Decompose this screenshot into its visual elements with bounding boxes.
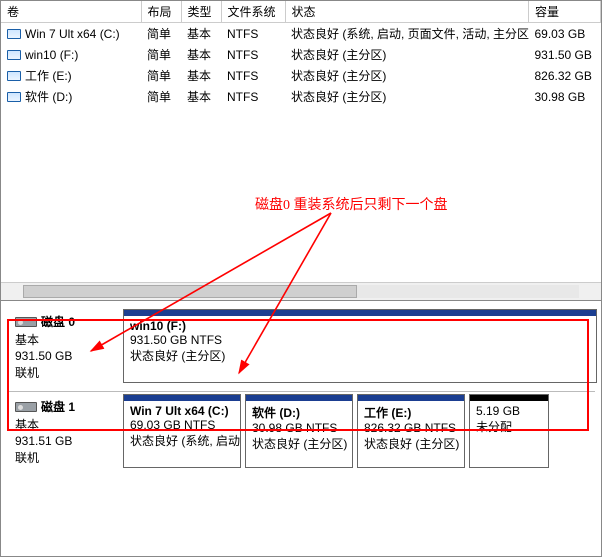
partition-container: Win 7 Ult x64 (C:)69.03 GB NTFS状态良好 (系统,…	[123, 394, 597, 468]
volume-layout: 简单	[141, 23, 181, 45]
volume-type: 基本	[181, 65, 221, 86]
partition[interactable]: Win 7 Ult x64 (C:)69.03 GB NTFS状态良好 (系统,…	[123, 394, 241, 468]
table-row[interactable]: Win 7 Ult x64 (C:) 简单基本NTFS状态良好 (系统, 启动, …	[1, 23, 601, 45]
volume-list-pane: 卷 布局 类型 文件系统 状态 容量 Win 7 Ult x64 (C:)简单基…	[1, 1, 601, 301]
volume-status: 状态良好 (主分区)	[285, 65, 529, 86]
volume-name: 工作 (E:)	[25, 69, 72, 83]
col-layout[interactable]: 布局	[141, 1, 181, 23]
partition-title: win10 (F:)	[130, 319, 590, 333]
disk-state: 联机	[15, 364, 119, 381]
drive-icon	[7, 92, 21, 102]
volume-status: 状态良好 (主分区)	[285, 44, 529, 65]
volume-layout: 简单	[141, 65, 181, 86]
partition-status: 状态良好 (主分区)	[364, 435, 458, 452]
volume-header-row[interactable]: 卷 布局 类型 文件系统 状态 容量	[1, 1, 601, 23]
volume-name: win10 (F:)	[25, 48, 78, 62]
table-row[interactable]: win10 (F:) 简单基本NTFS状态良好 (主分区)931.50 GB	[1, 44, 601, 65]
partition-title: Win 7 Ult x64 (C:)	[130, 404, 234, 418]
col-capacity[interactable]: 容量	[529, 1, 601, 23]
volume-layout: 简单	[141, 86, 181, 107]
volume-capacity: 30.98 GB	[529, 86, 601, 107]
disk-size: 931.51 GB	[15, 434, 119, 448]
drive-icon	[7, 29, 21, 39]
volume-fs: NTFS	[221, 44, 285, 65]
disk-dyn: 基本	[15, 416, 119, 433]
partition[interactable]: win10 (F:)931.50 GB NTFS状态良好 (主分区)	[123, 309, 597, 383]
disk-icon	[15, 402, 37, 412]
partition-color-bar	[246, 395, 352, 401]
disk-row[interactable]: 磁盘 1基本931.51 GB联机Win 7 Ult x64 (C:)69.03…	[1, 392, 601, 476]
horizontal-scrollbar[interactable]	[1, 282, 601, 300]
volume-fs: NTFS	[221, 23, 285, 45]
disk-name: 磁盘 0	[41, 315, 75, 329]
partition-title: 软件 (D:)	[252, 404, 346, 421]
partition-status: 状态良好 (主分区)	[130, 347, 590, 364]
volume-capacity: 826.32 GB	[529, 65, 601, 86]
disk-dyn: 基本	[15, 331, 119, 348]
partition-color-bar	[358, 395, 464, 401]
volume-status: 状态良好 (系统, 启动, 页面文件, 活动, 主分区)	[285, 23, 529, 45]
volume-status: 状态良好 (主分区)	[285, 86, 529, 107]
partition-size: 5.19 GB	[476, 404, 542, 418]
table-row[interactable]: 软件 (D:) 简单基本NTFS状态良好 (主分区)30.98 GB	[1, 86, 601, 107]
disk-row[interactable]: 磁盘 0基本931.50 GB联机win10 (F:)931.50 GB NTF…	[1, 307, 601, 391]
volume-layout: 简单	[141, 44, 181, 65]
partition-color-bar	[124, 395, 240, 401]
volume-capacity: 69.03 GB	[529, 23, 601, 45]
volume-table[interactable]: 卷 布局 类型 文件系统 状态 容量 Win 7 Ult x64 (C:)简单基…	[1, 1, 601, 107]
col-status[interactable]: 状态	[285, 1, 529, 23]
volume-name: 软件 (D:)	[25, 90, 72, 104]
col-fs[interactable]: 文件系统	[221, 1, 285, 23]
disk-graphic-pane: 磁盘 0基本931.50 GB联机win10 (F:)931.50 GB NTF…	[1, 301, 601, 476]
drive-icon	[7, 50, 21, 60]
volume-type: 基本	[181, 23, 221, 45]
col-type[interactable]: 类型	[181, 1, 221, 23]
partition-color-bar	[124, 310, 596, 316]
partition-title: 工作 (E:)	[364, 404, 458, 421]
partition-container: win10 (F:)931.50 GB NTFS状态良好 (主分区)	[123, 309, 597, 383]
scrollbar-thumb[interactable]	[23, 285, 357, 298]
volume-name: Win 7 Ult x64 (C:)	[25, 27, 120, 41]
partition-status: 状态良好 (系统, 启动	[130, 432, 234, 449]
col-volume[interactable]: 卷	[1, 1, 141, 23]
disk-header[interactable]: 磁盘 1 基本931.51 GB联机	[5, 394, 123, 468]
partition[interactable]: 软件 (D:)30.98 GB NTFS状态良好 (主分区)	[245, 394, 353, 468]
volume-type: 基本	[181, 44, 221, 65]
partition[interactable]: 工作 (E:)826.32 GB NTFS状态良好 (主分区)	[357, 394, 465, 468]
disk-icon	[15, 317, 37, 327]
table-row[interactable]: 工作 (E:) 简单基本NTFS状态良好 (主分区)826.32 GB	[1, 65, 601, 86]
partition-size: 30.98 GB NTFS	[252, 421, 346, 435]
partition-unallocated[interactable]: 5.19 GB未分配	[469, 394, 549, 468]
partition-status: 状态良好 (主分区)	[252, 435, 346, 452]
partition-color-bar	[470, 395, 548, 401]
volume-capacity: 931.50 GB	[529, 44, 601, 65]
disk-header[interactable]: 磁盘 0 基本931.50 GB联机	[5, 309, 123, 383]
partition-size: 931.50 GB NTFS	[130, 333, 590, 347]
annotation-text: 磁盘0 重装系统后只剩下一个盘	[255, 194, 448, 214]
partition-size: 69.03 GB NTFS	[130, 418, 234, 432]
volume-fs: NTFS	[221, 65, 285, 86]
partition-size: 826.32 GB NTFS	[364, 421, 458, 435]
volume-type: 基本	[181, 86, 221, 107]
volume-fs: NTFS	[221, 86, 285, 107]
disk-name: 磁盘 1	[41, 400, 75, 414]
drive-icon	[7, 71, 21, 81]
disk-state: 联机	[15, 449, 119, 466]
disk-size: 931.50 GB	[15, 349, 119, 363]
disk-management-window: 卷 布局 类型 文件系统 状态 容量 Win 7 Ult x64 (C:)简单基…	[0, 0, 602, 557]
partition-status: 未分配	[476, 418, 542, 435]
